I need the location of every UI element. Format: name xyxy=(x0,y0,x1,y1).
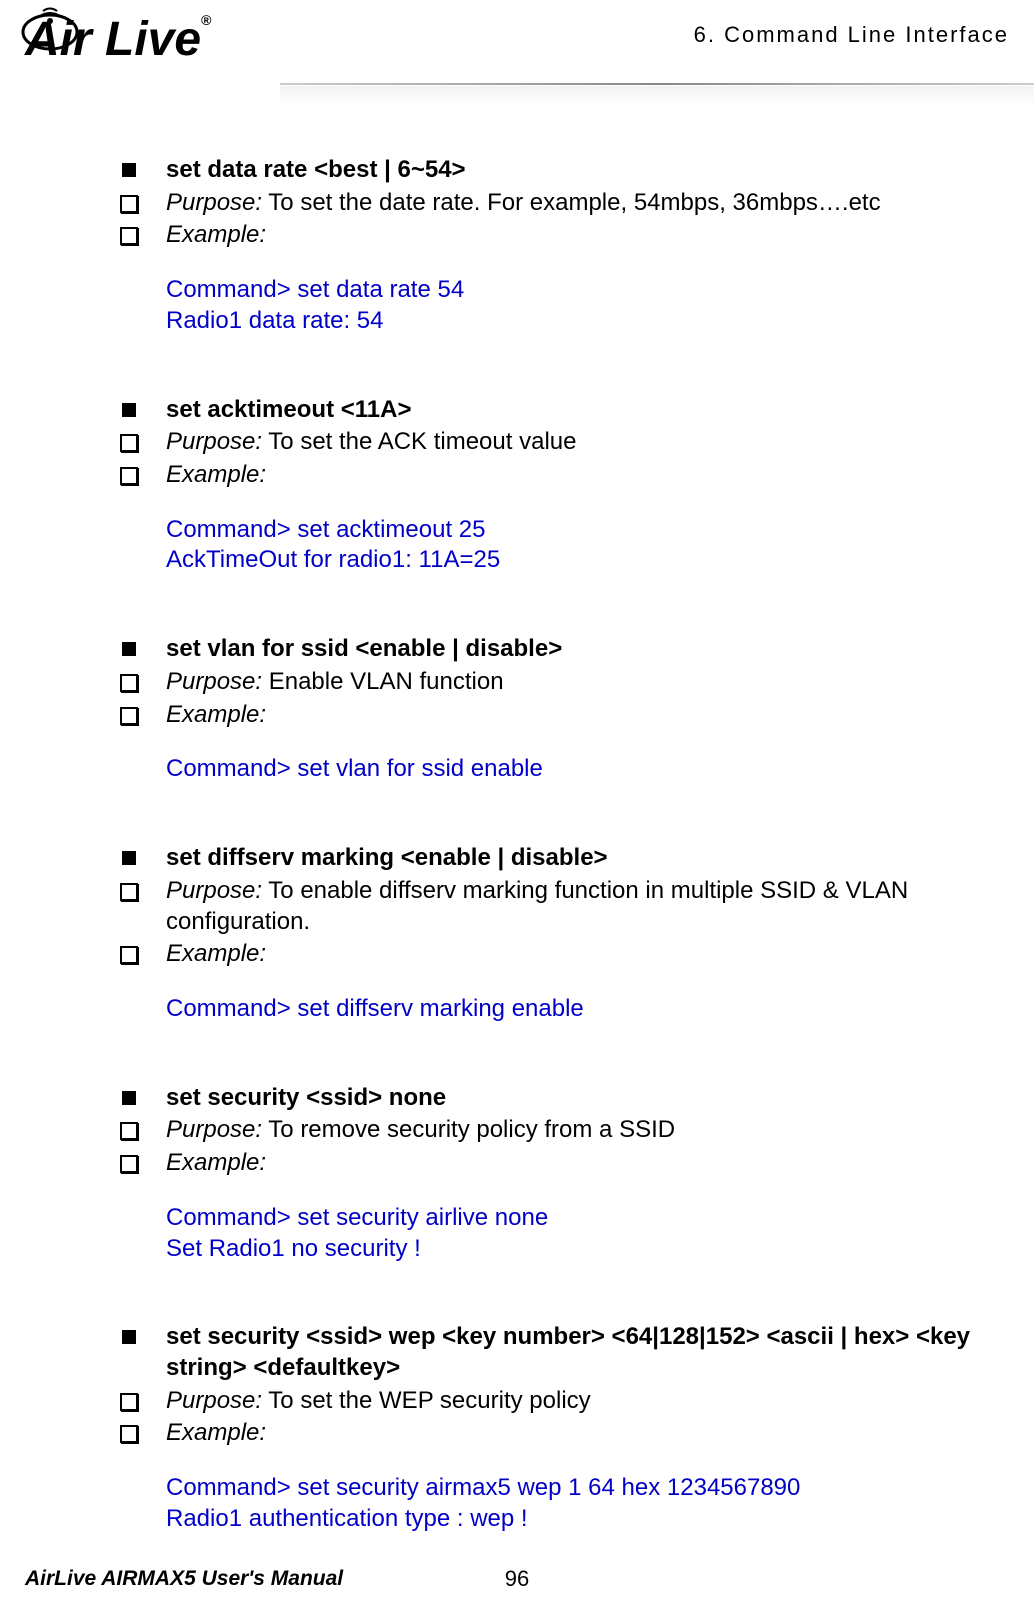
command-line: Command> set diffserv marking enable xyxy=(166,994,1006,1025)
command-block: Command> set security airlive none Set R… xyxy=(166,1203,1006,1264)
bullet-square-icon xyxy=(120,155,166,177)
cli-section: set data rate <best | 6~54> Purpose: To … xyxy=(120,155,1006,337)
document-page: 6. Command Line Interface Air Live® set … xyxy=(0,0,1034,1621)
bullet-square-icon xyxy=(120,395,166,417)
example-label: Example: xyxy=(166,700,1006,731)
bullet-box-icon xyxy=(120,939,166,964)
page-number: 96 xyxy=(505,1566,529,1592)
section-title: set security <ssid> wep <key number> <64… xyxy=(166,1322,1006,1383)
section-title: set data rate <best | 6~54> xyxy=(166,155,1006,186)
purpose-line: Purpose: Enable VLAN function xyxy=(166,667,1006,698)
bullet-square-icon xyxy=(120,634,166,656)
content-body: set data rate <best | 6~54> Purpose: To … xyxy=(120,155,1006,1593)
command-line: Command> set vlan for ssid enable xyxy=(166,754,1006,785)
command-line: AckTimeOut for radio1: 11A=25 xyxy=(166,545,1006,576)
airlive-logo: Air Live® xyxy=(25,12,211,67)
bullet-box-icon xyxy=(120,1418,166,1443)
bullet-square-icon xyxy=(120,843,166,865)
page-footer: AirLive AIRMAX5 User's Manual 96 xyxy=(25,1567,1009,1591)
command-line: Command> set data rate 54 xyxy=(166,275,1006,306)
bullet-box-icon xyxy=(120,188,166,213)
command-line: Radio1 authentication type : wep ! xyxy=(166,1504,1006,1535)
section-title: set diffserv marking <enable | disable> xyxy=(166,843,1006,874)
example-label: Example: xyxy=(166,1148,1006,1179)
manual-title: AirLive AIRMAX5 User's Manual xyxy=(25,1567,343,1591)
bullet-box-icon xyxy=(120,1115,166,1140)
command-block: Command> set vlan for ssid enable xyxy=(166,754,1006,785)
command-line: Set Radio1 no security ! xyxy=(166,1234,1006,1265)
bullet-box-icon xyxy=(120,460,166,485)
command-block: Command> set acktimeout 25 AckTimeOut fo… xyxy=(166,515,1006,576)
purpose-line: Purpose: To remove security policy from … xyxy=(166,1115,1006,1146)
purpose-line: Purpose: To set the WEP security policy xyxy=(166,1386,1006,1417)
example-label: Example: xyxy=(166,220,1006,251)
command-block: Command> set security airmax5 wep 1 64 h… xyxy=(166,1473,1006,1534)
bullet-box-icon xyxy=(120,700,166,725)
purpose-line: Purpose: To set the ACK timeout value xyxy=(166,427,1006,458)
logo-reg-icon: ® xyxy=(201,12,211,28)
purpose-line: Purpose: To enable diffserv marking func… xyxy=(166,876,1006,937)
cli-section: set vlan for ssid <enable | disable> Pur… xyxy=(120,634,1006,785)
section-title: set security <ssid> none xyxy=(166,1083,1006,1114)
bullet-box-icon xyxy=(120,220,166,245)
cli-section: set diffserv marking <enable | disable> … xyxy=(120,843,1006,1025)
command-block: Command> set data rate 54 Radio1 data ra… xyxy=(166,275,1006,336)
command-line: Command> set security airlive none xyxy=(166,1203,1006,1234)
purpose-line: Purpose: To set the date rate. For examp… xyxy=(166,188,1006,219)
header-divider xyxy=(280,83,1034,85)
chapter-header: 6. Command Line Interface xyxy=(694,22,1009,48)
command-line: Command> set security airmax5 wep 1 64 h… xyxy=(166,1473,1006,1504)
cli-section: set acktimeout <11A> Purpose: To set the… xyxy=(120,395,1006,577)
command-line: Radio1 data rate: 54 xyxy=(166,306,1006,337)
bullet-box-icon xyxy=(120,667,166,692)
bullet-box-icon xyxy=(120,1386,166,1411)
example-label: Example: xyxy=(166,1418,1006,1449)
example-label: Example: xyxy=(166,939,1006,970)
section-title: set vlan for ssid <enable | disable> xyxy=(166,634,1006,665)
cli-section: set security <ssid> none Purpose: To rem… xyxy=(120,1083,1006,1265)
command-block: Command> set diffserv marking enable xyxy=(166,994,1006,1025)
bullet-box-icon xyxy=(120,427,166,452)
cli-section: set security <ssid> wep <key number> <64… xyxy=(120,1322,1006,1534)
bullet-box-icon xyxy=(120,876,166,901)
header-divider-shadow xyxy=(280,86,1034,106)
bullet-square-icon xyxy=(120,1083,166,1105)
bullet-square-icon xyxy=(120,1322,166,1344)
bullet-box-icon xyxy=(120,1148,166,1173)
example-label: Example: xyxy=(166,460,1006,491)
logo-swoosh-icon xyxy=(20,2,80,52)
section-title: set acktimeout <11A> xyxy=(166,395,1006,426)
command-line: Command> set acktimeout 25 xyxy=(166,515,1006,546)
